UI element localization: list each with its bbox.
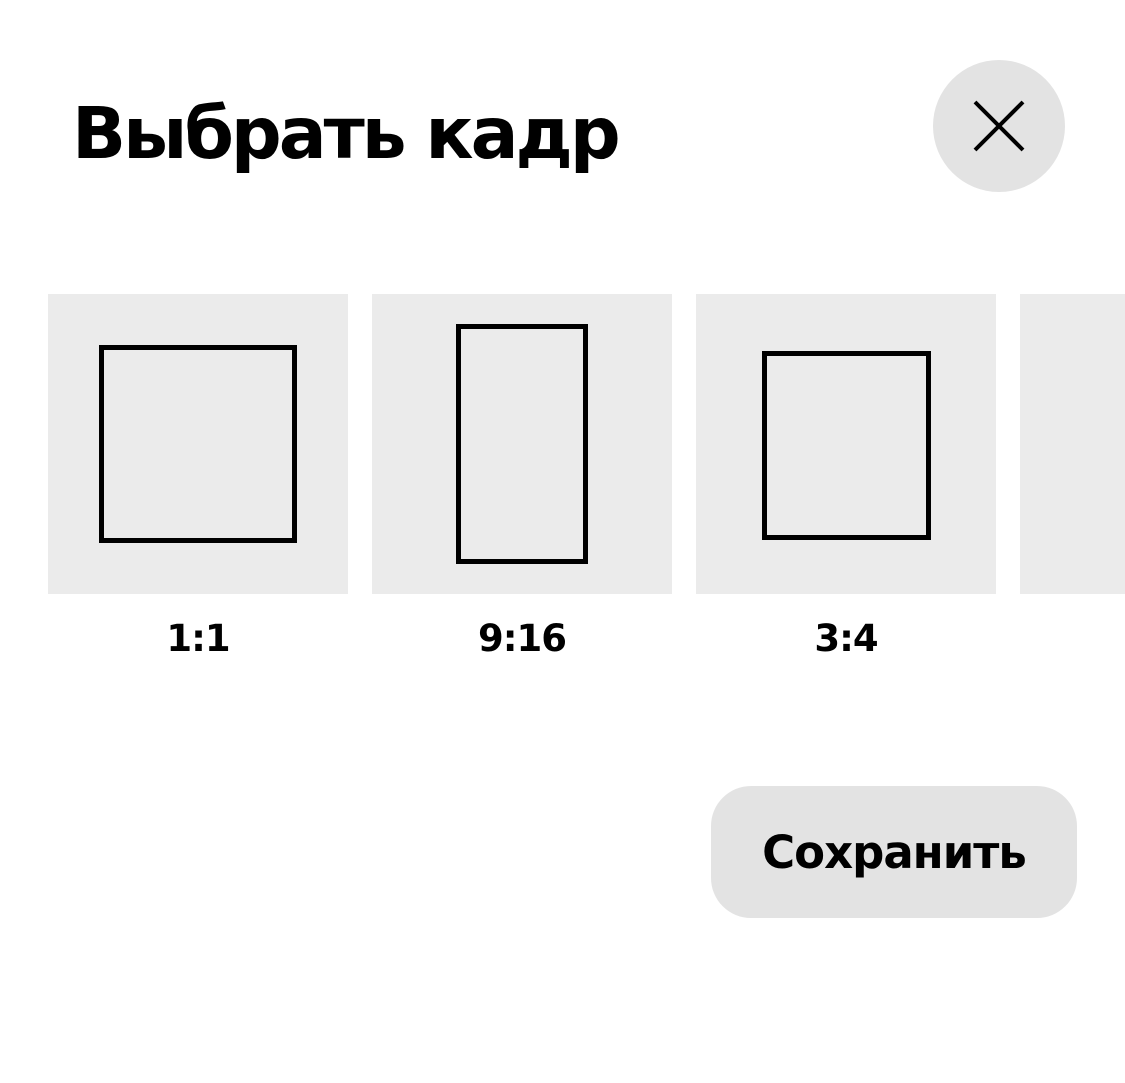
frame-option-3-4[interactable]: 3:4 <box>696 294 996 674</box>
close-button[interactable] <box>933 60 1065 192</box>
dialog-title: Выбрать кадр <box>72 92 621 175</box>
frame-option-partial[interactable] <box>1020 294 1125 674</box>
frame-preview-tile <box>48 294 348 594</box>
save-button[interactable]: Сохранить <box>711 786 1077 918</box>
frame-label: 1:1 <box>166 617 230 660</box>
close-icon <box>973 100 1025 152</box>
frame-label: 9:16 <box>477 617 567 660</box>
frame-preview-tile <box>1020 294 1125 594</box>
frame-option-9-16[interactable]: 9:16 <box>372 294 672 674</box>
frame-1-1-shape <box>99 345 297 543</box>
frame-3-4-shape <box>762 351 931 540</box>
frame-label: 3:4 <box>814 617 878 660</box>
frame-9-16-shape <box>456 324 588 564</box>
frame-preview-tile <box>696 294 996 594</box>
frame-option-1-1[interactable]: 1:1 <box>48 294 348 674</box>
frame-preview-tile <box>372 294 672 594</box>
frame-options-carousel[interactable]: 1:1 9:16 3:4 <box>48 294 1125 674</box>
